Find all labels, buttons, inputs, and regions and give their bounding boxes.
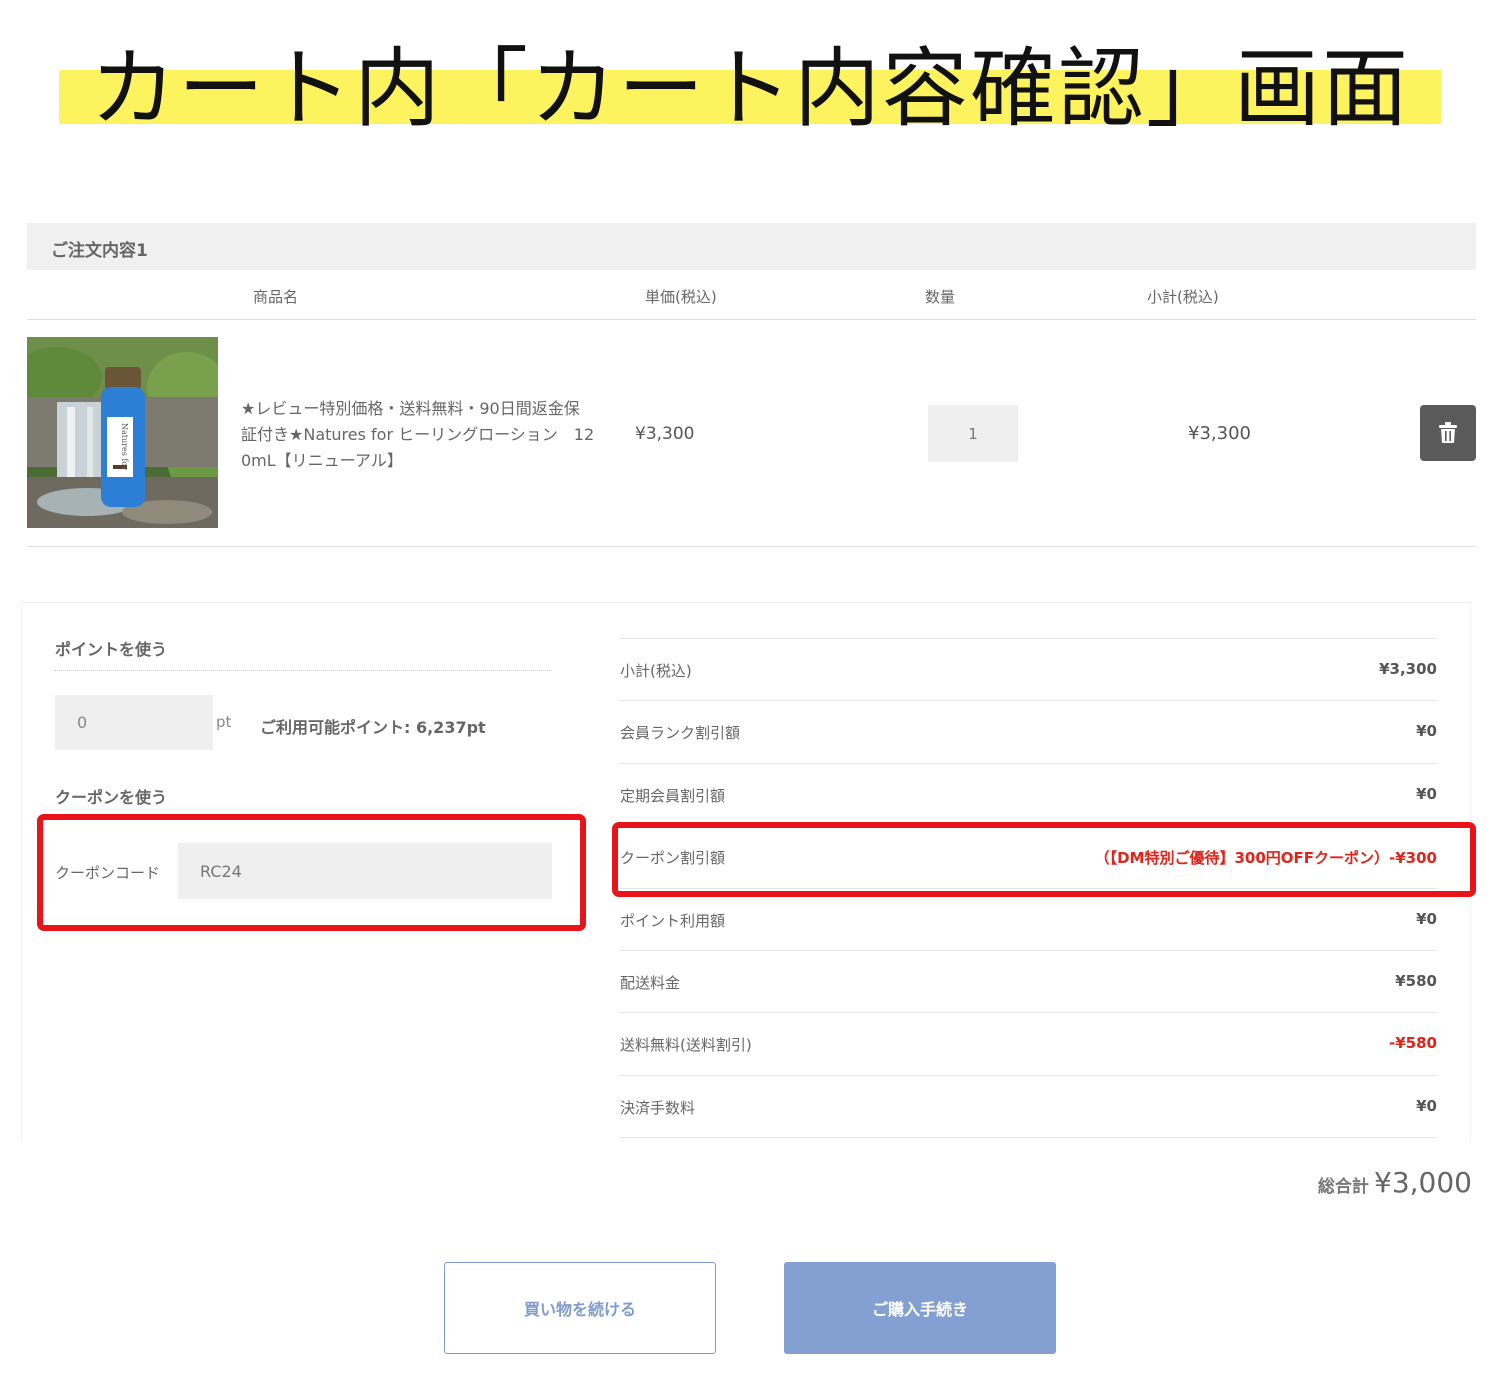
summary-label: 配送料金 — [620, 974, 681, 992]
summary-label: ポイント利用額 — [620, 912, 726, 930]
coupon-section-title: クーポンを使う — [55, 788, 168, 807]
summary-row-subscription-discount: 定期会員割引額 ¥0 — [620, 763, 1437, 825]
line-subtotal: ¥3,300 — [1188, 423, 1251, 444]
coupon-discount-annotation — [612, 822, 1476, 897]
summary-row-payment-fee: 決済手数料 ¥0 — [620, 1075, 1437, 1137]
summary-value: ¥0 — [1416, 910, 1437, 928]
quantity-input[interactable] — [928, 405, 1018, 462]
summary-label: 決済手数料 — [620, 1099, 696, 1117]
summary-label: 送料無料(送料割引) — [620, 1036, 752, 1054]
summary-label: 小計(税込) — [620, 662, 692, 680]
product-name[interactable]: ★レビュー特別価格・送料無料・90日間返金保 証付き★Natures for ヒ… — [241, 396, 606, 474]
grand-total: 総合計 ¥3,000 — [1318, 1166, 1472, 1199]
summary-bottom-divider — [620, 1137, 1437, 1138]
order-section-header: ご注文内容1 — [27, 223, 1476, 270]
coupon-input-annotation — [37, 814, 586, 931]
checkout-button[interactable]: ご購入手続き — [784, 1262, 1056, 1354]
column-product-name: 商品名 — [253, 288, 299, 306]
summary-value: ¥0 — [1416, 722, 1437, 740]
instruction-banner: カート内「カート内容確認」画面 — [0, 0, 1500, 170]
grand-total-label: 総合計 — [1317, 1177, 1369, 1197]
product-name-line: 証付き★Natures for ヒーリングローション 12 — [241, 425, 595, 444]
summary-row-free-shipping: 送料無料(送料割引) -¥580 — [620, 1012, 1437, 1074]
product-photo: Natures for — [27, 337, 218, 528]
product-name-line: ★レビュー特別価格・送料無料・90日間返金保 — [241, 399, 580, 418]
summary-value: ¥580 — [1395, 972, 1437, 990]
summary-value: ¥0 — [1416, 785, 1437, 803]
available-points: ご利用可能ポイント: 6,237pt — [260, 718, 486, 737]
summary-row-rank-discount: 会員ランク割引額 ¥0 — [620, 700, 1437, 762]
continue-shopping-button[interactable]: 買い物を続ける — [444, 1262, 716, 1354]
column-unit-price: 単価(税込) — [645, 288, 717, 306]
trash-icon — [1439, 422, 1457, 443]
points-unit: pt — [216, 713, 232, 731]
column-quantity: 数量 — [925, 288, 956, 306]
summary-value: -¥580 — [1389, 1034, 1437, 1052]
product-name-line: 0mL【リニューアル】 — [241, 451, 403, 470]
header-divider — [27, 319, 1476, 320]
banner-title: カート内「カート内容確認」画面 — [90, 39, 1410, 139]
order-section-title: ご注文内容1 — [51, 241, 148, 261]
product-image[interactable]: Natures for — [27, 337, 218, 528]
summary-row-point-usage: ポイント利用額 ¥0 — [620, 888, 1437, 950]
column-subtotal: 小計(税込) — [1147, 288, 1219, 306]
grand-total-value: ¥3,000 — [1374, 1166, 1472, 1199]
summary-label: 定期会員割引額 — [620, 787, 726, 805]
item-divider — [27, 546, 1476, 547]
unit-price: ¥3,300 — [635, 424, 695, 444]
summary-label: 会員ランク割引額 — [620, 724, 741, 742]
summary-row-subtotal: 小計(税込) ¥3,300 — [620, 638, 1437, 700]
summary-value: ¥0 — [1416, 1097, 1437, 1115]
summary-row-shipping: 配送料金 ¥580 — [620, 950, 1437, 1012]
points-section-title: ポイントを使う — [55, 640, 168, 659]
delete-item-button[interactable] — [1420, 405, 1476, 461]
summary-value: ¥3,300 — [1379, 660, 1437, 678]
points-input[interactable] — [55, 695, 213, 750]
points-divider — [54, 670, 552, 671]
bottle-label: Natures for — [120, 423, 129, 470]
